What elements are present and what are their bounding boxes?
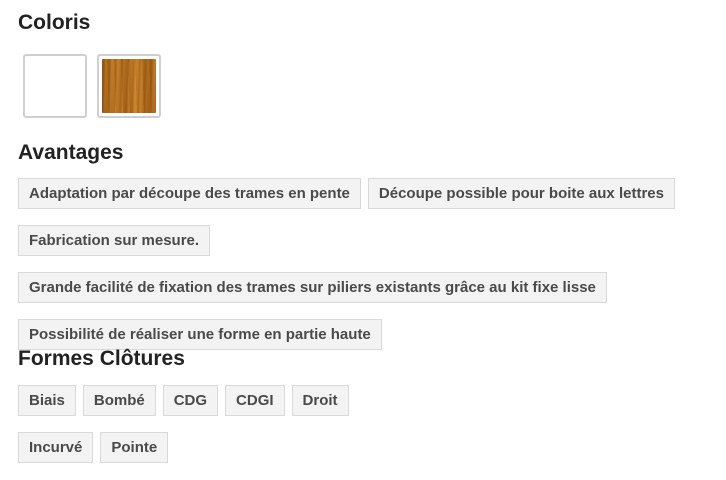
color-swatch-list	[23, 54, 161, 118]
avantage-tag-boite-lettres[interactable]: Découpe possible pour boite aux lettres	[367, 178, 675, 209]
swatch-white-fill	[28, 59, 82, 113]
avantage-tag-forme-haute[interactable]: Possibilité de réaliser une forme en par…	[18, 319, 382, 350]
coloris-heading: Coloris	[18, 11, 91, 34]
forme-tag-biais[interactable]: Biais	[18, 385, 76, 416]
forme-tag-bombe[interactable]: Bombé	[82, 385, 156, 416]
product-options-panel: Coloris Avantages Adaptation par découpe…	[0, 0, 726, 480]
forme-tag-cdgi[interactable]: CDGI	[225, 385, 285, 416]
avantage-tag-decoupe-pente[interactable]: Adaptation par découpe des trames en pen…	[18, 178, 361, 209]
forme-tag-droit[interactable]: Droit	[291, 385, 349, 416]
avantages-tag-list: Adaptation par découpe des trames en pen…	[18, 178, 718, 350]
avantage-tag-sur-mesure[interactable]: Fabrication sur mesure.	[18, 225, 211, 256]
color-swatch-wood[interactable]	[97, 54, 161, 118]
forme-tag-incurve[interactable]: Incurvé	[18, 432, 94, 463]
forme-tag-cdg[interactable]: CDG	[162, 385, 219, 416]
color-swatch-white[interactable]	[23, 54, 87, 118]
avantage-tag-fixation[interactable]: Grande facilité de fixation des trames s…	[18, 272, 607, 303]
swatch-wood-fill	[102, 59, 156, 113]
formes-clotures-heading: Formes Clôtures	[18, 347, 185, 370]
avantages-heading: Avantages	[18, 141, 124, 164]
forme-tag-pointe[interactable]: Pointe	[100, 432, 169, 463]
formes-tag-list: Biais Bombé CDG CDGI Droit Incurvé Point…	[18, 385, 718, 463]
